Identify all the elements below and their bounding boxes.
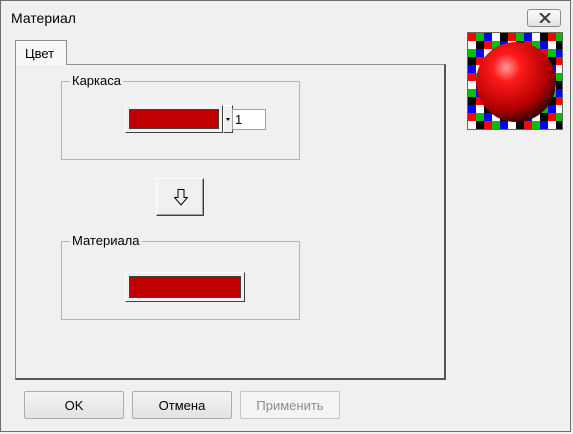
title-bar: Материал	[1, 1, 570, 30]
material-group: Материала	[61, 233, 300, 320]
material-preview	[467, 32, 563, 130]
color-tab-panel: Каркаса Материала	[15, 64, 446, 380]
frame-group-label: Каркаса	[70, 73, 123, 88]
frame-color-button[interactable]	[125, 105, 223, 133]
material-group-label: Материала	[70, 233, 142, 248]
window-title: Материал	[11, 10, 76, 26]
frame-width-field[interactable]	[232, 109, 266, 130]
cancel-button[interactable]: Отмена	[132, 391, 232, 419]
apply-button[interactable]: Применить	[240, 391, 340, 419]
copy-color-button[interactable]	[156, 178, 204, 216]
close-icon	[539, 13, 551, 23]
frame-color-swatch	[129, 109, 219, 129]
ok-button[interactable]: OK	[24, 391, 124, 419]
tab-color[interactable]: Цвет	[15, 40, 67, 65]
close-button[interactable]	[527, 9, 561, 27]
frame-group: Каркаса	[61, 73, 300, 160]
tab-color-label: Цвет	[25, 46, 55, 61]
material-color-button[interactable]	[125, 272, 245, 302]
material-dialog: Материал Цвет Каркаса Материала	[0, 0, 571, 432]
material-color-swatch	[129, 276, 241, 298]
preview-sphere-image	[468, 33, 562, 129]
arrow-down-icon	[174, 189, 188, 206]
